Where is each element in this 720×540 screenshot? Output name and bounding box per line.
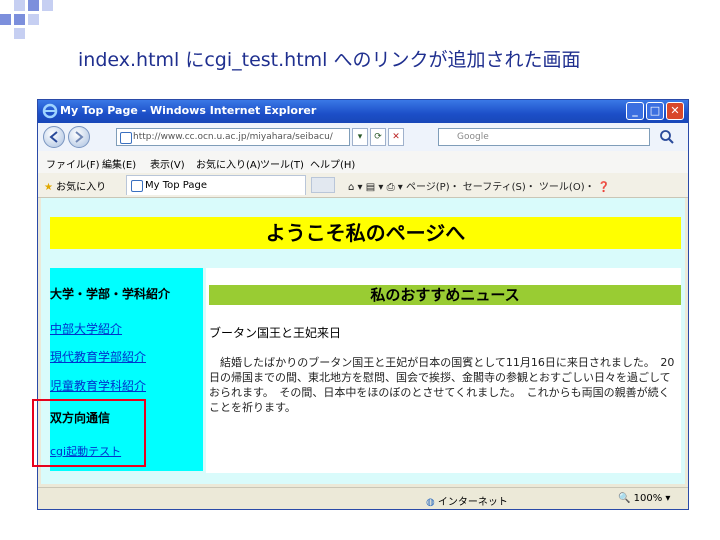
menu-view[interactable]: 表示(V) [150, 156, 185, 171]
news-body: 結婚したばかりのブータン国王と王妃が日本の国賓として11月16日に来日されました… [209, 356, 675, 414]
forward-arrow-icon [75, 131, 84, 143]
help-icon: ❓ [597, 182, 611, 193]
address-url: http://www.cc.ocn.u.ac.jp/miyahara/seiba… [133, 132, 333, 142]
menu-file[interactable]: ファイル(F) [46, 156, 100, 171]
print-icon: ⎙ [386, 182, 395, 193]
sidebar-link-chubu[interactable]: 中部大学紹介 [50, 320, 122, 337]
close-button[interactable]: ✕ [666, 102, 684, 120]
zone-label: インターネット [437, 497, 508, 508]
menu-favorites[interactable]: お気に入り(A) [196, 156, 261, 171]
maximize-button[interactable]: □ [646, 102, 664, 120]
page-icon [120, 132, 132, 144]
address-bar: http://www.cc.ocn.u.ac.jp/miyahara/seiba… [38, 123, 688, 152]
command-bar-text: ページ(P)・ セーフティ(S)・ ツール(O)・ [405, 182, 595, 193]
favorites-button[interactable]: ★ お気に入り [44, 178, 106, 193]
highlight-box [32, 399, 146, 467]
slide-title: index.html にcgi_test.html へのリンクが追加された画面 [78, 49, 581, 71]
sidebar-heading: 大学・学部・学科紹介 [50, 287, 171, 301]
back-arrow-icon [49, 131, 58, 143]
sidebar-link-education[interactable]: 現代教育学部紹介 [50, 348, 146, 365]
zoom-control[interactable]: 🔍 100% ▾ [618, 493, 670, 504]
security-zone: ◍ インターネット [426, 493, 508, 508]
zoom-value: 100% [633, 493, 663, 504]
menu-help[interactable]: ヘルプ(H) [310, 156, 355, 171]
menu-tools[interactable]: ツール(T) [260, 156, 304, 171]
feed-icon: ▤ [365, 182, 376, 193]
address-dropdown[interactable]: ▾ [352, 128, 368, 146]
new-tab-button[interactable] [311, 177, 335, 193]
address-input[interactable]: http://www.cc.ocn.u.ac.jp/miyahara/seiba… [116, 128, 350, 146]
stop-icon: ✕ [392, 132, 400, 142]
back-button[interactable] [43, 126, 65, 148]
news-title: ブータン国王と王妃来日 [209, 326, 342, 340]
news-pane: 私のおすすめニュース ブータン国王と王妃来日 結婚したばかりのブータン国王と王妃… [206, 268, 681, 473]
decorative-squares [0, 0, 70, 50]
refresh-icon: ⟳ [374, 132, 382, 142]
home-icon: ⌂ [348, 182, 355, 193]
favorites-label: お気に入り [56, 182, 107, 193]
title-bar: My Top Page - Windows Internet Explorer … [38, 100, 688, 123]
search-icon[interactable] [658, 128, 676, 146]
search-placeholder: Google [457, 132, 489, 142]
zoom-icon: 🔍 [618, 493, 631, 504]
tab-my-top-page[interactable]: My Top Page [126, 175, 306, 195]
favorites-bar: ★ お気に入り My Top Page ⌂ ▾ ▤ ▾ ⎙ ▾ ページ(P)・ … [38, 173, 688, 198]
window-title: My Top Page - Windows Internet Explorer [60, 104, 317, 117]
menu-bar: ファイル(F) 編集(E) 表示(V) お気に入り(A) ツール(T) ヘルプ(… [38, 151, 688, 174]
globe-icon: ◍ [426, 497, 435, 508]
search-input[interactable]: Google [438, 128, 650, 146]
minimize-button[interactable]: _ [626, 102, 644, 120]
status-bar: ◍ インターネット 🔍 100% ▾ [38, 487, 688, 509]
ie-logo-icon [42, 103, 58, 119]
news-heading: 私のおすすめニュース [209, 285, 681, 305]
refresh-button[interactable]: ⟳ [370, 128, 386, 146]
forward-button[interactable] [68, 126, 90, 148]
menu-edit[interactable]: 編集(E) [102, 156, 136, 171]
command-bar[interactable]: ⌂ ▾ ▤ ▾ ⎙ ▾ ページ(P)・ セーフティ(S)・ ツール(O)・ ❓ [348, 178, 610, 193]
page-icon [131, 180, 143, 192]
stop-button[interactable]: ✕ [388, 128, 404, 146]
sidebar-link-child[interactable]: 児童教育学科紹介 [50, 377, 146, 394]
tab-label: My Top Page [145, 180, 207, 191]
star-icon: ★ [44, 182, 53, 193]
welcome-banner: ようこそ私のページへ [50, 217, 681, 249]
